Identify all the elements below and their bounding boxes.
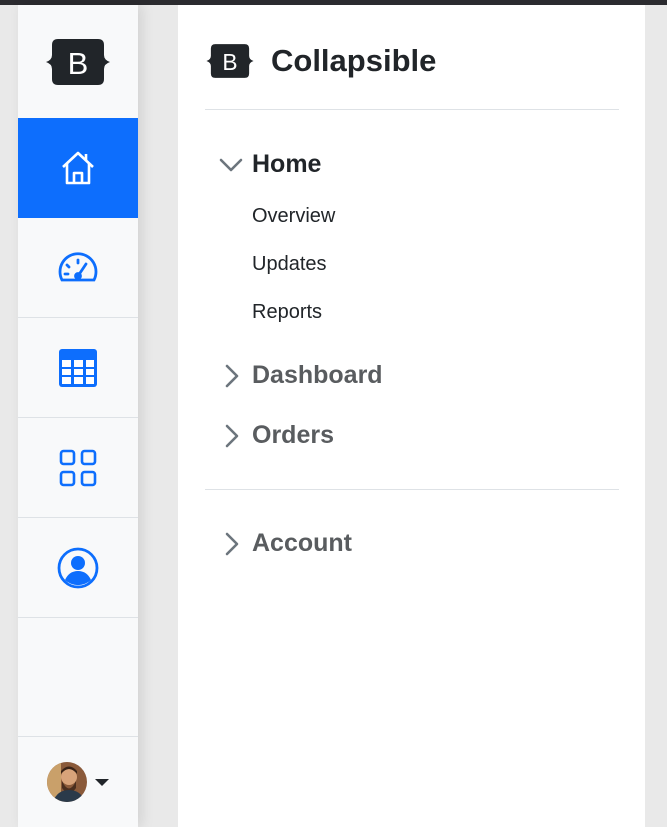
section-divider <box>205 489 619 490</box>
table-icon <box>59 348 97 387</box>
section-label-orders: Orders <box>252 421 334 449</box>
section-toggle-orders[interactable]: Orders <box>218 421 334 450</box>
chevron-right-icon <box>225 364 239 387</box>
sublink-reports[interactable]: Reports <box>252 301 322 324</box>
rail-item-home[interactable] <box>18 118 138 218</box>
sublink-updates[interactable]: Updates <box>252 253 327 276</box>
grid-icon <box>59 449 97 486</box>
icon-sidebar: B <box>18 5 138 827</box>
chevron-right-icon <box>225 424 239 447</box>
user-photo-icon <box>47 762 87 802</box>
rail-item-customers[interactable] <box>18 518 138 618</box>
section-toggle-dashboard[interactable]: Dashboard <box>218 361 383 390</box>
speedometer-icon <box>58 251 98 281</box>
page-title: Collapsible <box>271 43 437 78</box>
chevron-right-icon <box>225 532 239 555</box>
rail-brand-logo[interactable]: B <box>18 5 138 118</box>
chevron-down-icon <box>219 158 243 171</box>
collapsible-sidebar: B Collapsible Home Overview Updates Repo… <box>178 5 645 827</box>
header-divider <box>205 109 619 110</box>
bootstrap-logo-icon: B <box>46 38 110 85</box>
avatar <box>47 762 87 802</box>
rail-item-orders[interactable] <box>18 318 138 418</box>
rail-brand-letter: B <box>68 46 89 81</box>
section-toggle-home[interactable]: Home <box>218 150 321 179</box>
dropdown-caret-icon <box>95 778 109 786</box>
person-circle-icon <box>57 547 99 588</box>
home-icon <box>62 151 94 184</box>
user-menu-toggle[interactable] <box>18 736 138 827</box>
sublink-overview[interactable]: Overview <box>252 205 335 228</box>
panel-brand-letter: B <box>222 49 237 75</box>
section-label-dashboard: Dashboard <box>252 361 383 389</box>
section-label-home: Home <box>252 150 322 178</box>
rail-item-products[interactable] <box>18 418 138 518</box>
bootstrap-logo-icon: B <box>206 44 254 78</box>
rail-item-dashboard[interactable] <box>18 218 138 318</box>
section-toggle-account[interactable]: Account <box>218 529 352 558</box>
panel-brand[interactable]: B Collapsible <box>205 37 436 85</box>
section-label-account: Account <box>252 529 352 557</box>
